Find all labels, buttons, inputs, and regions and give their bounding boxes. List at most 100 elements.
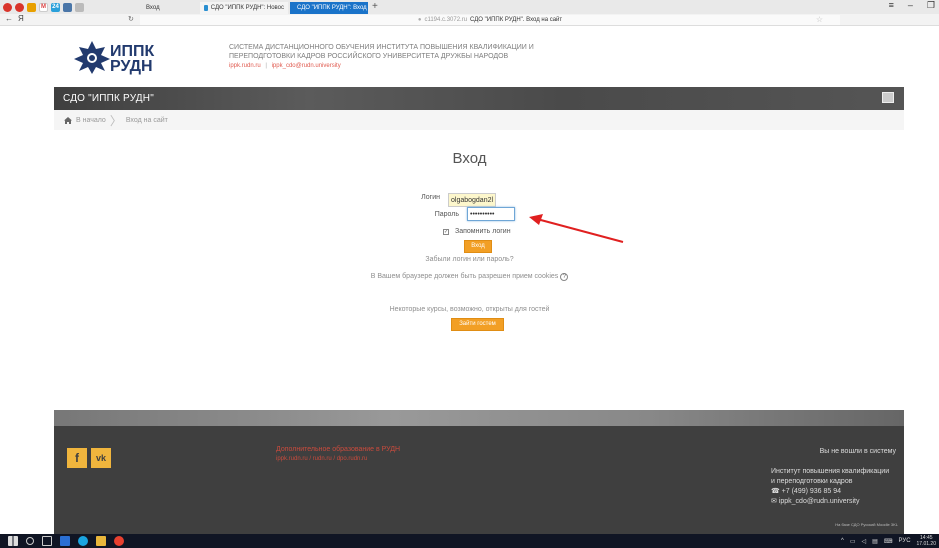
phone-text: +7 (499) 936 85 94 (781, 488, 842, 495)
guest-note: Некоторые курсы, возможно, открыты для г… (389, 306, 550, 313)
password-field[interactable]: •••••••••• (467, 207, 515, 221)
volume-icon[interactable]: ◁ (862, 538, 867, 545)
address-bar: ← Я ↻ ● c1194.c.3072.ru СДО "ИППК РУДН".… (0, 14, 939, 26)
remember-row: ✓ Запомнить логин (443, 228, 511, 235)
opera-icon[interactable] (3, 2, 12, 12)
tab-news[interactable]: СДО "ИППК РУДН": Новос (200, 2, 288, 14)
breadcrumb: В начало 〉 Вход на сайт (54, 110, 904, 130)
tab-grid-icon[interactable] (75, 2, 84, 12)
vk-tab-icon[interactable] (63, 2, 72, 12)
language-indicator[interactable]: РУС (899, 538, 911, 544)
vk-icon[interactable]: vk (91, 448, 111, 468)
site-header: ИППК РУДН СИСТЕМА ДИСТАНЦИОННОГО ОБУЧЕНИ… (0, 27, 939, 87)
skype-icon[interactable] (78, 536, 88, 546)
network-icon[interactable]: ▭ (850, 538, 856, 545)
bitrix-icon[interactable]: 24 (51, 2, 60, 12)
breadcrumb-home[interactable]: В начало (76, 117, 106, 124)
chevron-right-icon: 〉 (109, 113, 122, 128)
password-label: Пароль (434, 210, 459, 218)
powered-by[interactable]: На базе СДО Русский Moodle 3KL (835, 522, 898, 527)
mail-icon: ✉ (771, 498, 779, 505)
navbar-menu-button[interactable] (882, 92, 894, 103)
tab-label: Вход (146, 5, 160, 11)
url-field[interactable]: ● c1194.c.3072.ru СДО "ИППК РУДН". Вход … (140, 15, 840, 25)
navbar: СДО "ИППК РУДН" (54, 87, 904, 110)
username-label: Логин (421, 193, 440, 201)
site-link[interactable]: ippk.rudn.ru (229, 63, 261, 69)
tab-login[interactable]: Вход (117, 2, 197, 14)
new-tab-button[interactable]: + (372, 1, 378, 12)
chevron-up-icon[interactable]: ^ (841, 538, 844, 544)
cookies-note: В Вашем браузере должен быть разрешен пр… (0, 273, 939, 281)
clock[interactable]: 14:45 17.01.20 (917, 535, 936, 547)
forgot-password-link[interactable]: Забыли логин или пароль? (0, 256, 939, 263)
home-icon[interactable] (64, 116, 72, 124)
logo-line2: РУДН (110, 58, 153, 75)
desc-line2: ПЕРЕПОДГОТОВКИ КАДРОВ РОССИЙСКОГО УНИВЕР… (229, 53, 509, 60)
email-link[interactable]: ippk_cdo@rudn.university (779, 498, 860, 505)
footer-contacts: Институт повышения квалификации и перепо… (771, 467, 889, 507)
username-field[interactable]: olgabogdan2l (448, 193, 496, 207)
guest-login-button[interactable]: Зайти гостем (451, 318, 504, 331)
site-favicon-icon (204, 5, 208, 11)
yandex-button[interactable]: Я (18, 14, 24, 23)
cookies-text: В Вашем браузере должен быть разрешен пр… (370, 273, 559, 280)
search-icon[interactable] (26, 537, 34, 545)
phone-row: ☎ +7 (499) 936 85 94 (771, 487, 889, 497)
system-tray: ^ ▭ ◁ ▤ ⌨ РУС 14:45 17.01.20 (841, 535, 936, 547)
bookmark-star-icon[interactable]: ☆ (816, 15, 823, 24)
back-button[interactable]: ← (5, 14, 13, 23)
mail-link[interactable]: ippk_cdo@rudn.university (272, 63, 341, 69)
navbar-brand[interactable]: СДО "ИППК РУДН" (63, 93, 154, 104)
url-host: c1194.c.3072.ru (424, 17, 468, 23)
org-line2: и переподготовки кадров (771, 478, 853, 485)
window-controls: ≡ – ❐ (889, 0, 935, 11)
footer-links[interactable]: ippk.rudn.ru / rudn.ru / dpo.rudn.ru (276, 456, 367, 462)
windows-start-icon[interactable] (8, 536, 18, 546)
browser-tab-bar: M 24 Вход СДО "ИППК РУДН": Новос СДО "ИП… (0, 0, 939, 14)
keyboard-icon[interactable]: ⌨ (884, 538, 893, 545)
remember-label[interactable]: Запомнить логин (455, 228, 511, 235)
maximize-button[interactable]: ❐ (927, 0, 935, 11)
email-row: ✉ ippk_cdo@rudn.university (771, 497, 889, 507)
annotation-arrow-icon (529, 214, 624, 243)
clock-date: 17.01.20 (916, 541, 936, 547)
tab-active-login[interactable]: СДО "ИППК РУДН": Вход (290, 2, 368, 14)
task-view-icon[interactable] (42, 536, 52, 546)
minimize-button[interactable]: – (908, 0, 913, 11)
menu-button[interactable]: ≡ (889, 0, 894, 11)
tab-label: СДО "ИППК РУДН": Новос (210, 5, 284, 11)
outlook-icon[interactable] (60, 536, 70, 546)
username-row: Логин olgabogdan2l (400, 187, 496, 207)
help-icon[interactable]: ? (560, 273, 569, 281)
desc-line1: СИСТЕМА ДИСТАНЦИОННОГО ОБУЧЕНИЯ ИНСТИТУТ… (229, 44, 534, 51)
notification-icon[interactable]: ▤ (872, 538, 878, 545)
site-description: СИСТЕМА ДИСТАНЦИОННОГО ОБУЧЕНИЯ ИНСТИТУТ… (229, 43, 559, 61)
logo-line1: ИППК (110, 43, 155, 60)
explorer-icon[interactable] (96, 536, 106, 546)
login-heading: Вход (452, 150, 487, 167)
lock-icon: ● (417, 17, 422, 23)
reload-icon[interactable]: ↻ (128, 15, 134, 23)
breadcrumb-current: Вход на сайт (125, 116, 168, 124)
facebook-icon[interactable]: f (67, 448, 87, 468)
password-row: Пароль •••••••••• (419, 207, 515, 221)
gmail-icon[interactable]: M (39, 2, 48, 12)
rudn-emblem-icon (74, 41, 110, 74)
link-separator: | (265, 63, 267, 69)
tab-label: СДО "ИППК РУДН": Вход (297, 5, 367, 11)
yandex-browser-icon[interactable] (114, 536, 124, 546)
logo-text[interactable]: ИППК РУДН (110, 43, 155, 75)
not-logged-in-text: Вы не вошли в систему (819, 448, 896, 455)
speed-dial-icon[interactable] (15, 2, 24, 12)
footer-title: Дополнительное образование в РУДН (276, 446, 401, 453)
header-links: ippk.rudn.ru | ippk_cdo@rudn.university (229, 63, 341, 69)
footer-band (54, 410, 904, 426)
login-submit-button[interactable]: Вход (464, 240, 492, 253)
org-line1: Институт повышения квалификации (771, 468, 890, 475)
remember-checkbox[interactable]: ✓ (443, 228, 449, 235)
url-title: СДО "ИППК РУДН". Вход на сайт (470, 17, 563, 23)
footer: f vk Дополнительное образование в РУДН i… (54, 426, 904, 534)
apps-icon[interactable] (27, 2, 36, 12)
phone-icon: ☎ (771, 488, 782, 495)
